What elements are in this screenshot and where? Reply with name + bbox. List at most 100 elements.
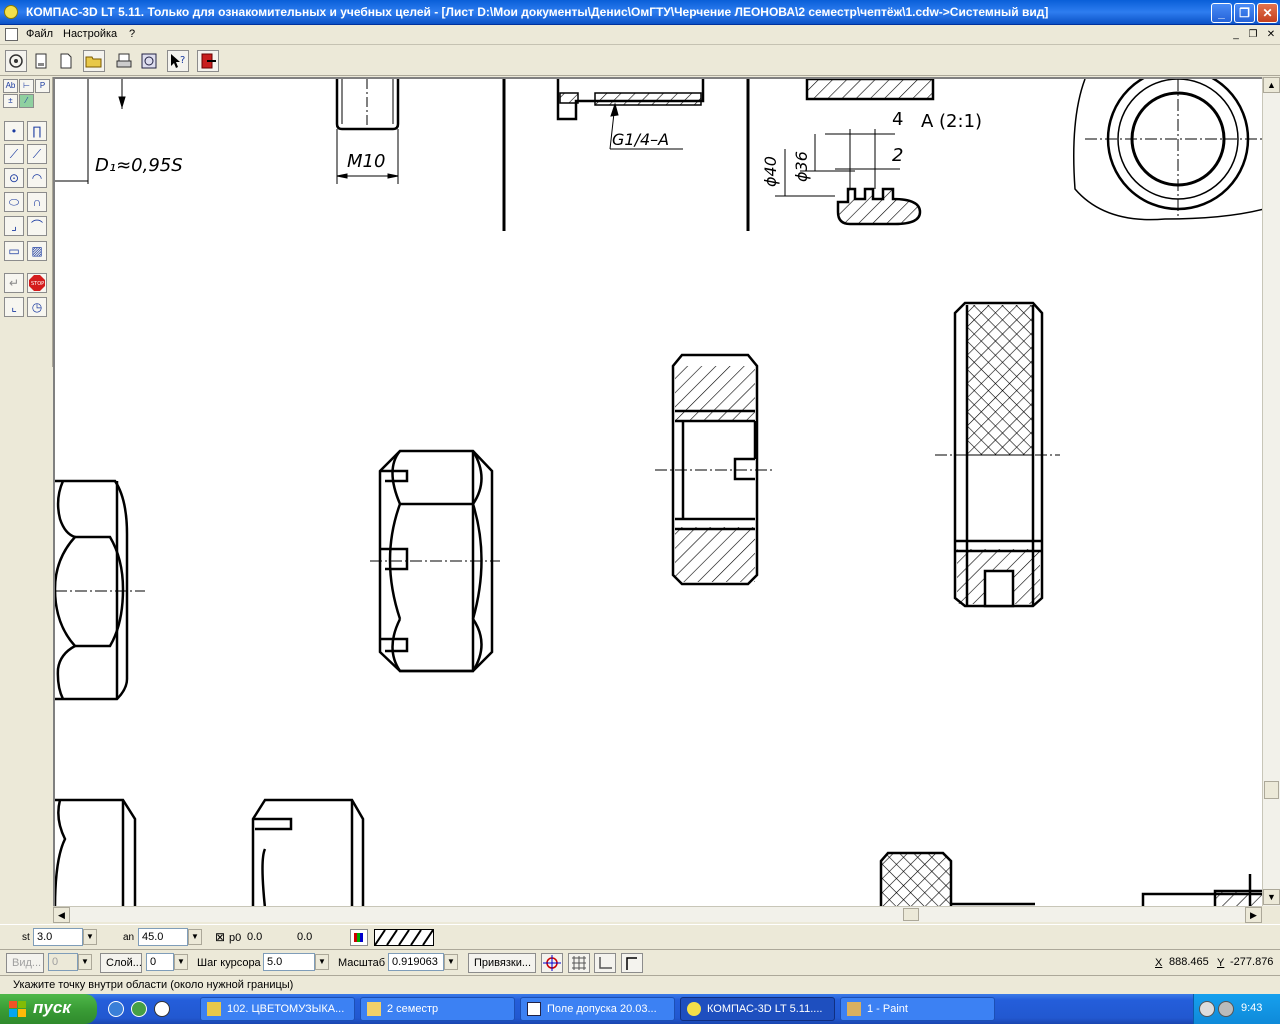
snap-settings-icon[interactable] [541,953,563,973]
auxiliary-line-icon[interactable]: ∏ [27,121,47,141]
doc-minimize-button[interactable]: _ [1228,28,1244,42]
task-button-1[interactable]: 102. ЦВЕТОМУЗЫКА... [200,997,355,1021]
color-icon[interactable] [350,929,368,946]
nut-section [655,353,775,586]
parametric-tool-icon[interactable]: P [35,79,50,93]
an-field[interactable]: 45.0 [138,928,188,946]
start-label: пуск [33,998,71,1017]
snap-icon[interactable]: ⌞ [4,297,24,317]
view-button[interactable]: Вид... [6,953,44,973]
scale-field[interactable]: 0.919063 [388,953,444,971]
st-dropdown-icon[interactable]: ▼ [83,929,97,945]
enter-object-icon[interactable]: ↵ [4,273,24,293]
task-button-4[interactable]: КОМПАС-3D LT 5.11.... [680,997,835,1021]
view-a-annotation: A (2:1) [921,111,982,132]
properties-icon[interactable] [5,50,27,72]
exit-icon[interactable] [197,50,219,72]
status-bar: Вид... 0 ▼ Слой... 0 ▼ Шаг курсора 5.0 ▼… [0,949,1280,975]
start-button[interactable]: пуск [0,994,97,1024]
chamfer-icon[interactable]: ⌟ [4,216,24,236]
help-cursor-icon[interactable]: ? [167,50,189,72]
parallel-segment-icon[interactable]: ⟋ [27,144,47,164]
phi36-annotation: ϕ36 [792,151,811,182]
rectangle-icon[interactable]: ▭ [4,241,24,261]
doc-restore-button[interactable]: ❐ [1245,28,1261,42]
horizontal-scroll-thumb[interactable] [903,908,919,921]
tool-panel: Ab ⊢ P ± ⁄ • ∏ ⟋ ⟋ ⊙ ◠ ⬭ ∩ ⌟ ⌒ ▭ ▨ ↵ STO… [0,77,53,367]
task-button-5[interactable]: 1 - Paint [840,997,995,1021]
step-field[interactable]: 5.0 [263,953,315,971]
st-field[interactable]: 3.0 [33,928,83,946]
view-field[interactable]: 0 [48,953,78,971]
circle-icon[interactable]: ⊙ [4,168,24,188]
p0-field[interactable]: 0.0 [243,928,291,946]
segment-icon[interactable]: ⟋ [4,144,24,164]
ellipse-icon[interactable]: ⬭ [4,192,24,212]
doc-close-button[interactable]: ✕ [1263,28,1279,42]
vertical-scrollbar[interactable]: ▲ ▼ [1262,77,1280,906]
scroll-left-icon[interactable]: ◀ [53,907,70,923]
step-label: Шаг курсора [197,957,261,969]
dim2-annotation: 2 [892,145,903,166]
ortho-icon[interactable] [594,953,616,973]
quicklaunch-browser-icon[interactable] [131,1001,147,1017]
quicklaunch-messenger-icon[interactable] [108,1001,124,1017]
menu-bar: Файл Настройка ? _ ❐ ✕ [0,25,1280,45]
y-coordinate: -277.876 [1226,953,1278,971]
local-cs-icon[interactable]: ◷ [27,297,47,317]
layer-button[interactable]: Слой... [100,953,142,973]
print-icon[interactable] [113,50,135,72]
round-icon[interactable] [621,953,643,973]
d1-annotation: D₁≈0,95S [95,155,183,176]
quicklaunch-panda-icon[interactable] [154,1001,170,1017]
task-button-2[interactable]: 2 семестр [360,997,515,1021]
edit-tool-icon[interactable]: ± [3,94,18,108]
horizontal-scrollbar[interactable]: ◀ ▶ [53,906,1262,923]
close-button[interactable]: ✕ [1257,3,1278,23]
grid-icon[interactable] [568,953,590,973]
phi40-annotation: ϕ40 [761,156,780,187]
slotted-hex-nut [370,449,500,673]
library-icon[interactable] [138,50,160,72]
drawing-canvas[interactable]: D₁≈0,95S M10 G1/4–A 4 A (2:1) 2 ϕ40 ϕ36 [53,77,1262,906]
scroll-down-icon[interactable]: ▼ [1263,889,1280,905]
document-icon[interactable] [5,28,18,41]
maximize-button[interactable]: ❐ [1234,3,1255,23]
scroll-up-icon[interactable]: ▲ [1263,77,1280,93]
an-label: an [123,932,135,943]
measure-tool-icon[interactable]: ⁄ [19,94,34,108]
extra-field[interactable]: 0.0 [293,928,343,946]
kompas-app-icon[interactable] [4,5,18,19]
scale-label: Масштаб [338,957,386,969]
minimize-button[interactable]: _ [1211,3,1232,23]
scale-dropdown-icon[interactable]: ▼ [444,954,458,970]
task-button-3[interactable]: Поле допуска 20.03... [520,997,675,1021]
an-dropdown-icon[interactable]: ▼ [188,929,202,945]
hatch-icon[interactable]: ▨ [27,241,47,261]
tray-volume-icon[interactable] [1218,1001,1234,1017]
menu-settings[interactable]: Настройка [63,28,117,40]
view-dropdown-icon[interactable]: ▼ [78,954,92,970]
spline-icon[interactable]: ∩ [27,192,47,212]
open-icon[interactable] [83,50,105,72]
dimension-tool-icon[interactable]: ⊢ [19,79,34,93]
point-icon[interactable]: • [4,121,24,141]
arc-icon[interactable]: ◠ [27,168,47,188]
text-tool-icon[interactable]: Ab [3,79,18,93]
print-preview-icon[interactable] [30,50,52,72]
scroll-right-icon[interactable]: ▶ [1245,907,1262,923]
layer-field[interactable]: 0 [146,953,174,971]
fillet-icon[interactable]: ⌒ [27,216,47,236]
p0-label: р0 [229,932,242,944]
new-sheet-icon[interactable] [55,50,77,72]
tray-back-icon[interactable] [1199,1001,1215,1017]
hatch-style-icon[interactable] [374,929,434,946]
menu-file[interactable]: Файл [26,28,53,40]
layer-dropdown-icon[interactable]: ▼ [174,954,188,970]
menu-help[interactable]: ? [129,28,135,40]
stop-icon[interactable]: STOP [27,273,47,293]
p0-toggle-icon[interactable]: ⊠ [215,930,225,944]
vertical-scroll-thumb[interactable] [1264,781,1279,799]
snaps-button[interactable]: Привязки... [468,953,536,973]
step-dropdown-icon[interactable]: ▼ [315,954,329,970]
